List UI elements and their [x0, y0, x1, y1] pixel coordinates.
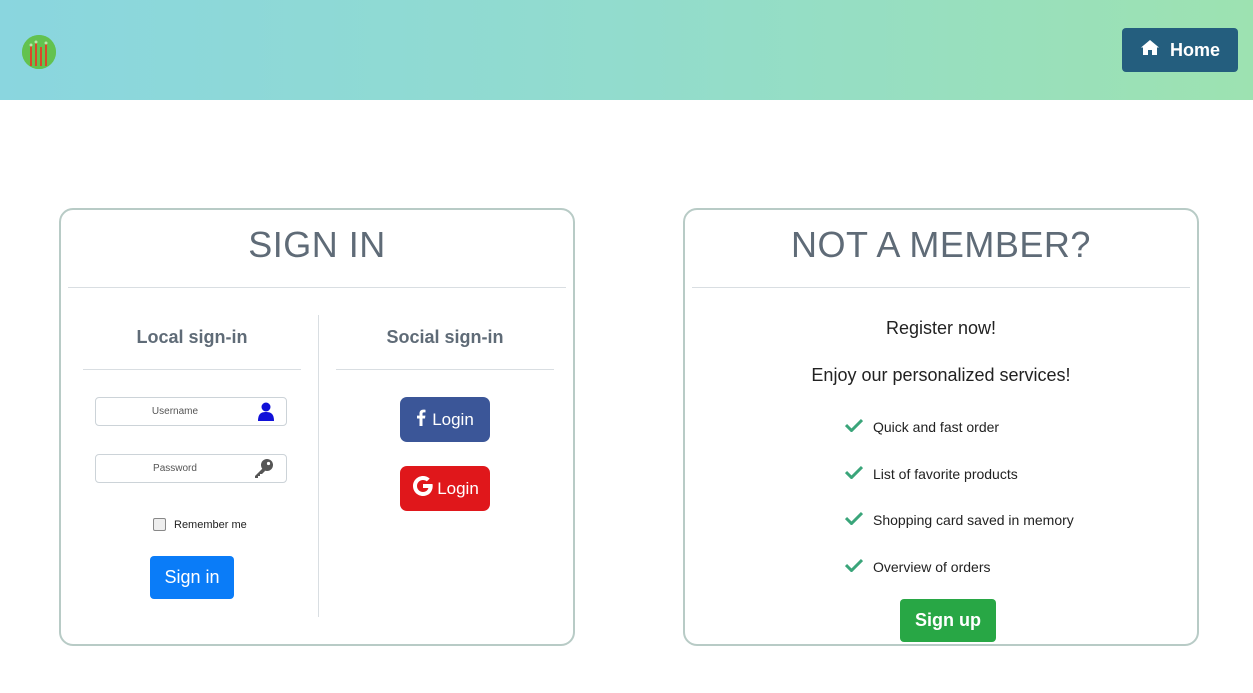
facebook-login-label: Login	[432, 409, 474, 429]
password-field	[95, 454, 287, 483]
google-login-button[interactable]: Login	[400, 466, 490, 511]
signin-divider	[68, 287, 566, 288]
top-header: Home	[0, 0, 1253, 100]
check-icon	[844, 418, 864, 435]
personalized-services-text: Enjoy our personalized services!	[811, 365, 1071, 385]
register-now-text: Register now!	[885, 318, 997, 338]
username-field	[95, 397, 287, 426]
remember-label: Remember me	[174, 518, 247, 531]
feature-label: Overview of orders	[873, 558, 991, 575]
feature-label: List of favorite products	[873, 465, 1018, 482]
feature-item: Shopping card saved in memory	[844, 511, 1074, 528]
feature-item: Quick and fast order	[844, 418, 1000, 435]
feature-item: Overview of orders	[844, 558, 991, 575]
home-button[interactable]: Home	[1122, 28, 1238, 72]
google-icon	[411, 474, 435, 503]
remember-me: Remember me	[153, 518, 247, 531]
key-icon	[254, 458, 274, 483]
feature-item: List of favorite products	[844, 465, 1018, 482]
feature-label: Quick and fast order	[873, 418, 1000, 435]
facebook-login-button[interactable]: Login	[400, 397, 490, 442]
signin-title: SIGN IN	[248, 224, 386, 265]
local-signin-title: Local sign-in	[136, 327, 248, 347]
social-divider	[336, 369, 554, 370]
user-icon	[258, 402, 274, 426]
register-divider	[692, 287, 1190, 288]
register-card: NOT A MEMBER? Register now! Enjoy our pe…	[683, 208, 1199, 646]
register-title: NOT A MEMBER?	[791, 224, 1091, 265]
plant-logo-icon[interactable]	[22, 35, 56, 69]
signin-button[interactable]: Sign in	[150, 556, 234, 599]
signin-card: SIGN IN Local sign-in Social sign-in Rem…	[59, 208, 575, 646]
home-icon	[1140, 39, 1160, 61]
check-icon	[844, 511, 864, 528]
check-icon	[844, 465, 864, 482]
column-divider	[318, 315, 319, 617]
remember-checkbox[interactable]	[153, 518, 166, 531]
local-divider	[83, 369, 301, 370]
username-input[interactable]	[100, 398, 250, 425]
home-label: Home	[1169, 39, 1220, 60]
check-icon	[844, 558, 864, 575]
password-input[interactable]	[100, 455, 250, 482]
signup-button[interactable]: Sign up	[900, 599, 996, 642]
feature-label: Shopping card saved in memory	[873, 511, 1074, 528]
google-login-label: Login	[437, 478, 479, 498]
social-signin-title: Social sign-in	[386, 327, 504, 347]
facebook-icon	[416, 409, 426, 431]
